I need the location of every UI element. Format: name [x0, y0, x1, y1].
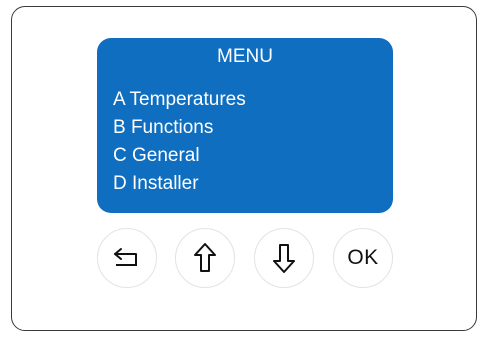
menu-item-temperatures[interactable]: A Temperatures: [113, 86, 246, 114]
menu-item-general[interactable]: C General: [113, 142, 246, 170]
arrow-down-icon: [271, 242, 297, 274]
menu-title: MENU: [217, 46, 273, 67]
back-button[interactable]: [97, 228, 157, 288]
menu-item-functions[interactable]: B Functions: [113, 114, 246, 142]
up-button[interactable]: [175, 228, 235, 288]
down-button[interactable]: [254, 228, 314, 288]
button-row: OK: [97, 228, 397, 290]
ok-label: OK: [347, 246, 379, 269]
display-screen: MENU A Temperatures B Functions C Genera…: [97, 38, 393, 213]
menu-item-installer[interactable]: D Installer: [113, 170, 246, 198]
return-arrow-icon: [110, 246, 144, 270]
menu-list: A Temperatures B Functions C General D I…: [113, 86, 246, 198]
arrow-up-icon: [192, 242, 218, 274]
ok-button[interactable]: OK: [333, 228, 393, 288]
